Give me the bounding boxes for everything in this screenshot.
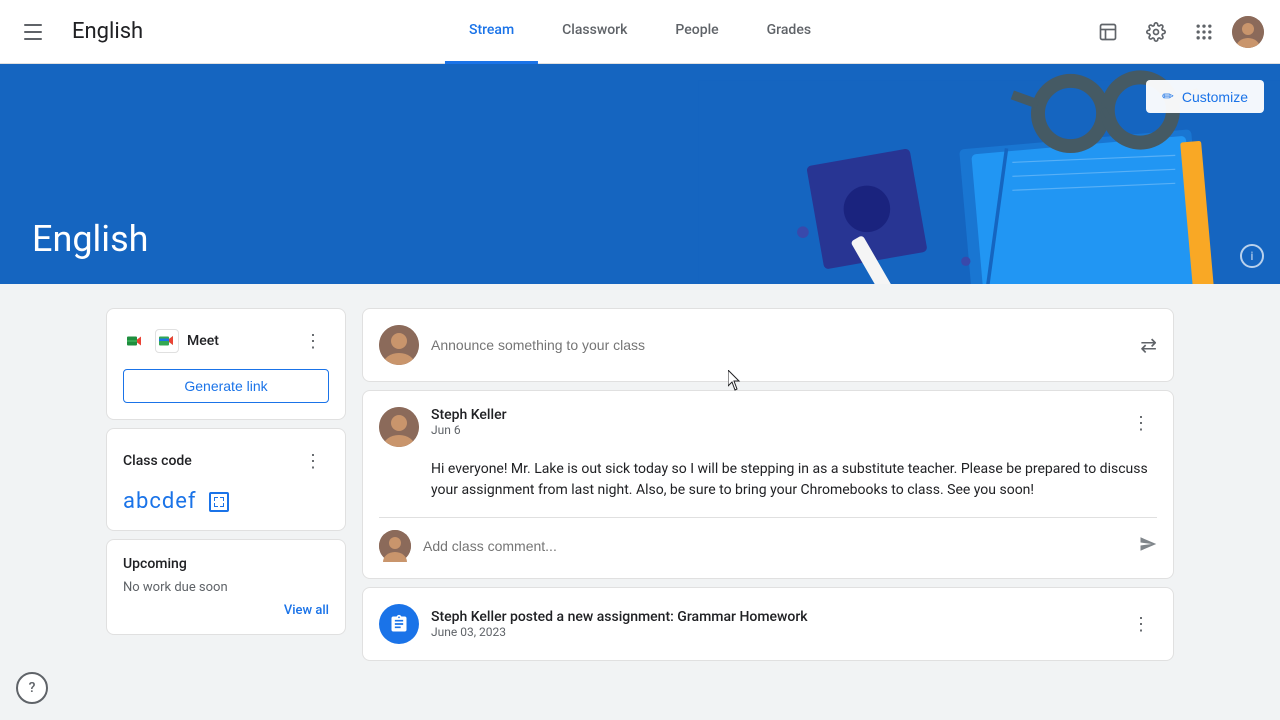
page-body: Meet ⋮ Generate link Class code ⋮ abcdef: [90, 284, 1190, 685]
announce-avatar: [379, 325, 419, 365]
header-left: English: [16, 12, 216, 52]
tab-stream[interactable]: Stream: [445, 0, 538, 64]
apps-icon-button[interactable]: [1184, 12, 1224, 52]
tab-classwork[interactable]: Classwork: [538, 0, 651, 64]
upcoming-label: Upcoming: [123, 556, 329, 572]
class-code-card: Class code ⋮ abcdef: [106, 428, 346, 531]
post-card: Steph Keller Jun 6 ⋮ Hi everyone! Mr. La…: [362, 390, 1174, 579]
expand-class-code-icon[interactable]: [209, 492, 229, 512]
class-code-header: Class code ⋮: [123, 445, 329, 477]
announce-input[interactable]: [431, 337, 1128, 353]
settings-icon-button[interactable]: [1136, 12, 1176, 52]
banner-title: English: [32, 218, 148, 260]
stream-feed: ⇄ Steph Keller Jun 6: [362, 308, 1174, 661]
meet-card-header: Meet ⋮: [123, 325, 329, 357]
sidebar: Meet ⋮ Generate link Class code ⋮ abcdef: [106, 308, 346, 661]
meet-card: Meet ⋮ Generate link: [106, 308, 346, 420]
post-header: Steph Keller Jun 6 ⋮: [379, 407, 1157, 447]
help-button[interactable]: ?: [16, 672, 48, 704]
assignment-meta: Steph Keller posted a new assignment: Gr…: [431, 609, 1113, 639]
assignment-icon: [379, 604, 419, 644]
hamburger-menu-button[interactable]: [16, 12, 56, 52]
view-all-link[interactable]: View all: [123, 603, 329, 618]
comment-section: [379, 517, 1157, 562]
hamburger-icon: [24, 20, 48, 44]
tab-people[interactable]: People: [651, 0, 742, 64]
send-icon[interactable]: [1139, 535, 1157, 558]
main-nav: Stream Classwork People Grades: [445, 0, 835, 64]
app-title: English: [72, 19, 143, 44]
assignment-card: Steph Keller posted a new assignment: Gr…: [362, 587, 1174, 661]
post-body: Hi everyone! Mr. Lake is out sick today …: [379, 459, 1157, 501]
main-content: English ✏ Customize i: [0, 64, 1280, 720]
chart-icon-button[interactable]: [1088, 12, 1128, 52]
swap-icon: ⇄: [1140, 333, 1157, 357]
meet-more-button[interactable]: ⋮: [297, 325, 329, 357]
pencil-icon: ✏: [1162, 88, 1174, 105]
no-work-text: No work due soon: [123, 580, 329, 595]
comment-input[interactable]: [423, 538, 1127, 554]
class-code-value: abcdef: [123, 489, 329, 514]
class-banner: English ✏ Customize i: [0, 64, 1280, 284]
post-date: Jun 6: [431, 423, 1113, 437]
comment-avatar: [379, 530, 411, 562]
customize-button[interactable]: ✏ Customize: [1146, 80, 1264, 113]
post-more-button[interactable]: ⋮: [1125, 407, 1157, 439]
meet-icon: [123, 329, 147, 353]
generate-link-button[interactable]: Generate link: [123, 369, 329, 403]
assignment-header: Steph Keller posted a new assignment: Gr…: [379, 604, 1157, 644]
tab-grades[interactable]: Grades: [743, 0, 835, 64]
info-icon[interactable]: i: [1240, 244, 1264, 268]
meet-label: Meet: [187, 333, 219, 349]
post-author-name: Steph Keller: [431, 407, 1113, 423]
assignment-date: June 03, 2023: [431, 625, 1113, 639]
avatar[interactable]: [1232, 16, 1264, 48]
meet-header: Meet: [123, 329, 219, 353]
announce-card[interactable]: ⇄: [362, 308, 1174, 382]
app-header: English Stream Classwork People Grades: [0, 0, 1280, 64]
post-meta: Steph Keller Jun 6: [431, 407, 1113, 437]
class-code-label: Class code: [123, 453, 192, 469]
meet-icon-box: [155, 329, 179, 353]
upcoming-card: Upcoming No work due soon View all: [106, 539, 346, 635]
post-author-avatar: [379, 407, 419, 447]
class-code-more-button[interactable]: ⋮: [297, 445, 329, 477]
assignment-more-button[interactable]: ⋮: [1125, 608, 1157, 640]
assignment-title: Steph Keller posted a new assignment: Gr…: [431, 609, 1113, 625]
header-right: [1088, 12, 1264, 52]
